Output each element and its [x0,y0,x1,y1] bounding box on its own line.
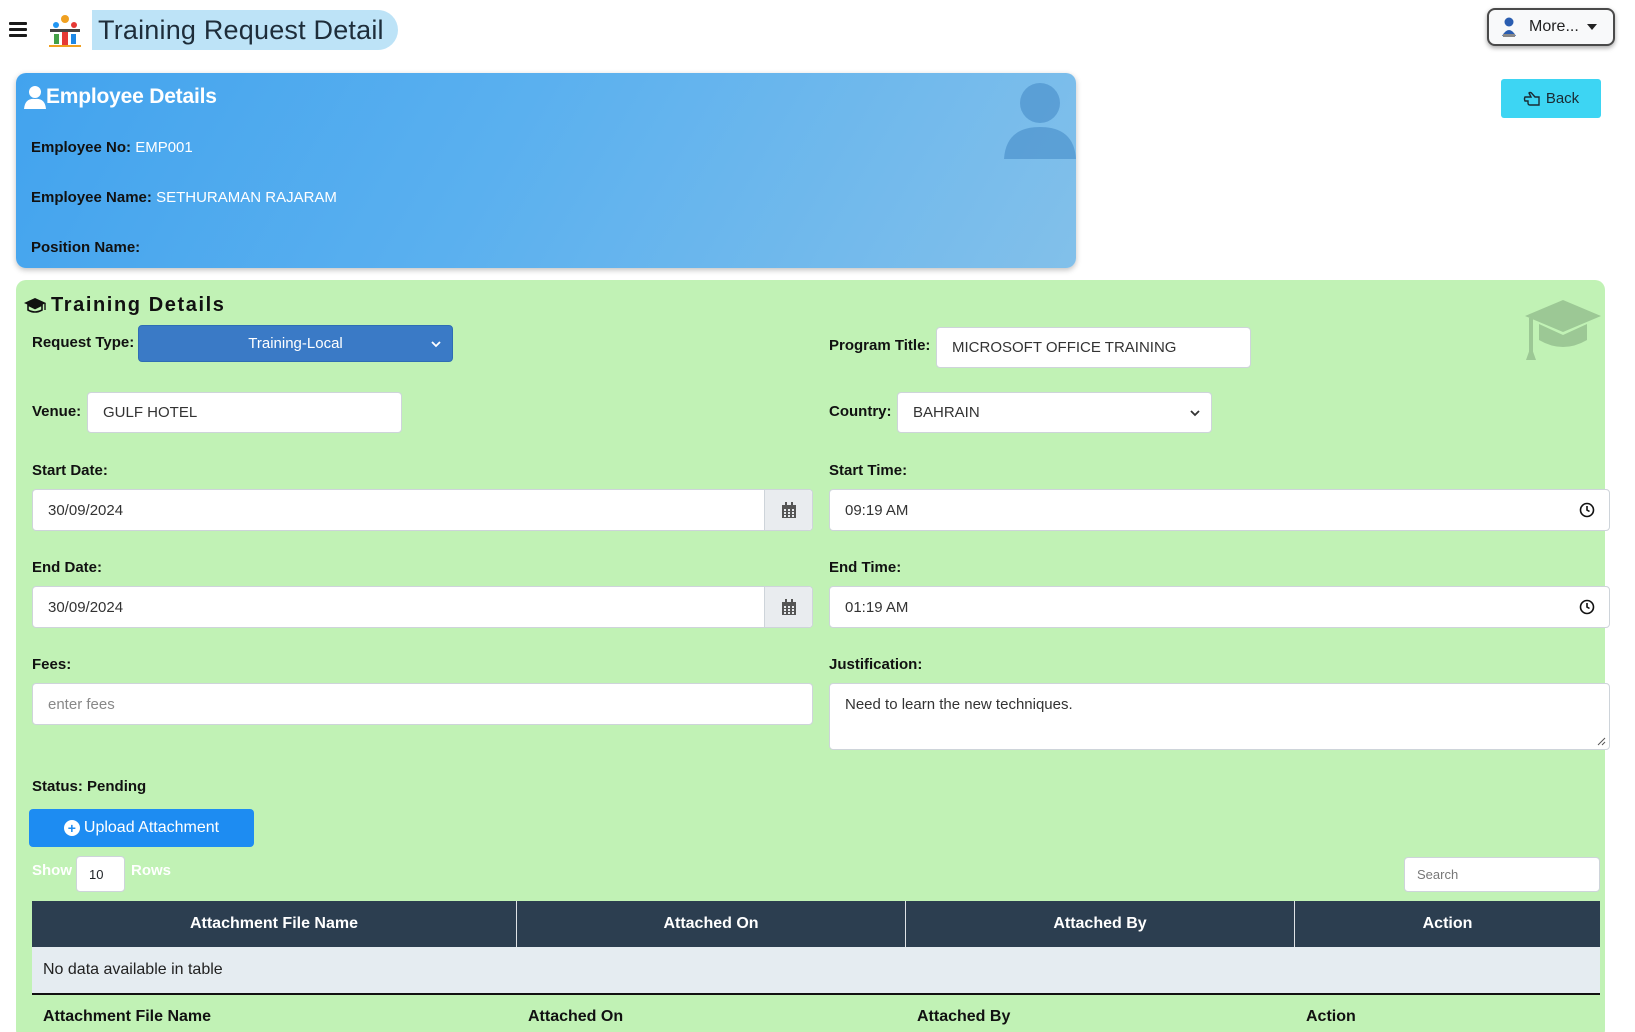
hand-point-left-icon [1523,91,1540,106]
back-label: Back [1545,90,1580,107]
employee-details-card: Employee Details Employee No: EMP001 Emp… [16,73,1076,268]
chevron-down-icon [431,340,441,347]
more-label: More... [1529,18,1579,35]
column-footer-attached-by: Attached By [917,1008,1011,1025]
upload-attachment-button[interactable]: + Upload Attachment [29,809,254,847]
attachments-table: Attachment File Name Attached On Attache… [32,901,1600,1032]
venue-label: Venue: [32,403,82,420]
column-header-attached-by[interactable]: Attached By [906,901,1295,947]
end-date-input[interactable]: 30/09/2024 [32,586,813,628]
column-header-file-name[interactable]: Attachment File Name [32,901,517,947]
request-type-value: Training-Local [248,335,343,352]
column-footer-file-name: Attachment File Name [43,1008,212,1025]
rows-per-page-input[interactable]: 10 [76,856,125,892]
end-time-value: 01:19 AM [845,598,909,616]
training-details-card: Training Details Request Type: Training-… [16,280,1610,1032]
start-time-label: Start Time: [829,462,908,479]
empty-table-message: No data available in table [32,947,1600,995]
justification-label: Justification: [829,656,923,673]
menu-icon[interactable] [9,22,27,38]
employee-section-title: Employee Details [46,85,217,108]
employee-name-row: Employee Name: SETHURAMAN RAJARAM [31,189,337,206]
end-date-label: End Date: [32,559,103,576]
end-date-value: 30/09/2024 [48,598,124,616]
column-footer-attached-on: Attached On [528,1008,624,1025]
program-title-label: Program Title: [829,337,931,354]
request-type-label: Request Type: [32,334,135,351]
start-time-input[interactable]: 09:19 AM [829,489,1610,531]
end-time-input[interactable]: 01:19 AM [829,586,1610,628]
caret-down-icon [1586,24,1597,30]
status-value: Pending [87,778,147,795]
employee-no-value: EMP001 [135,139,193,156]
justification-textarea[interactable]: Need to learn the new techniques. [829,683,1610,750]
user-avatar-icon [1502,17,1516,37]
position-name-row: Position Name: [31,239,140,256]
country-value: BAHRAIN [913,404,980,421]
employee-no-row: Employee No: EMP001 [31,139,193,156]
venue-input[interactable]: GULF HOTEL [87,392,402,433]
end-time-label: End Time: [829,559,902,576]
fees-label: Fees: [32,656,72,673]
upload-attachment-label: Upload Attachment [83,819,220,836]
app-logo [49,15,81,47]
clock-icon[interactable] [1579,599,1595,615]
start-date-value: 30/09/2024 [48,501,124,519]
clock-icon[interactable] [1579,502,1595,518]
graduation-cap-icon [24,297,46,313]
page-title-banner: Training Request Detail [92,10,398,50]
start-date-input[interactable]: 30/09/2024 [32,489,813,531]
page-title: Training Request Detail [98,14,384,45]
show-label: Show [32,862,72,879]
table-search-input[interactable]: Search [1404,857,1600,892]
start-date-calendar-button[interactable] [764,490,812,530]
status-row: Status: Pending [32,778,146,795]
request-type-select[interactable]: Training-Local [138,325,453,362]
calendar-icon [781,598,796,615]
start-date-label: Start Date: [32,462,108,479]
table-header-row: Attachment File Name Attached On Attache… [32,901,1600,947]
country-select[interactable]: BAHRAIN [897,392,1212,433]
column-footer-action: Action [1306,1008,1356,1025]
back-button[interactable]: Back [1501,79,1601,118]
user-watermark-icon [1004,83,1076,159]
column-header-action[interactable]: Action [1295,901,1600,947]
employee-name-label: Employee Name: [31,189,152,206]
graduation-cap-watermark-icon [1525,300,1601,360]
more-dropdown-button[interactable]: More... [1487,8,1615,46]
rows-label: Rows [131,862,172,879]
calendar-icon [781,501,796,518]
status-label: Status: [32,778,83,795]
table-footer-row: Attachment File Name Attached On Attache… [32,995,1600,1032]
employee-name-value: SETHURAMAN RAJARAM [156,189,337,206]
fees-input[interactable]: enter fees [32,683,813,725]
employee-no-label: Employee No: [31,139,132,156]
resize-handle-icon[interactable] [1596,736,1606,746]
start-time-value: 09:19 AM [845,501,909,519]
training-section-title: Training Details [51,294,226,316]
chevron-down-icon [1190,409,1200,416]
column-header-attached-on[interactable]: Attached On [517,901,906,947]
program-title-input[interactable]: MICROSOFT OFFICE TRAINING [936,327,1251,368]
plus-circle-icon: + [63,820,80,836]
end-date-calendar-button[interactable] [764,587,812,627]
country-label: Country: [829,403,892,420]
justification-value: Need to learn the new techniques. [845,696,1073,713]
user-icon [24,86,46,109]
position-name-label: Position Name: [31,239,141,256]
